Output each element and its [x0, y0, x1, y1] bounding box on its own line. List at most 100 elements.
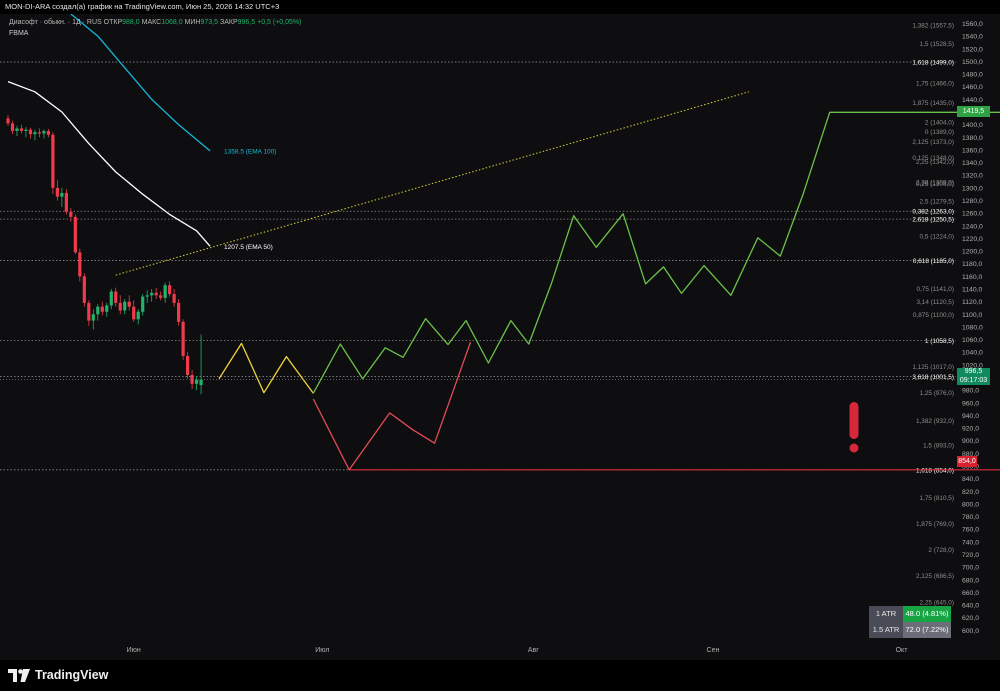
price-tick-label: 1140,0 [962, 286, 983, 293]
fib-level-label: 0,382 (1263,0) [912, 209, 954, 216]
candle-body [96, 306, 100, 315]
close-label: ЗАКР [219, 19, 238, 26]
price-tick-label: 1220,0 [962, 236, 983, 243]
candle-body [181, 321, 185, 356]
fib-level-label: 1,875 (1435,0) [912, 100, 954, 107]
fib-level-label: 1 (1058,5) [925, 338, 954, 345]
price-tick-label: 1100,0 [962, 312, 983, 319]
candle-body [87, 302, 91, 321]
fib-level-label: 1,5 (1528,5) [920, 41, 954, 48]
price-tick-label: 700,0 [962, 565, 979, 572]
time-tick-label: Июл [315, 647, 329, 654]
price-tick-label: 1280,0 [962, 198, 983, 205]
change-value: +0,5 (+0,05%) [257, 19, 302, 26]
candle-body [118, 302, 122, 311]
candle-body [51, 134, 55, 188]
candle-body [10, 123, 15, 131]
tradingview-logo-text: TradingView [35, 668, 109, 682]
price-tick-label: 1520,0 [962, 46, 983, 53]
fib-level-label: 2,125 (1373,0) [912, 139, 954, 146]
header-bar: MON-DI-ARA создал(а) график на TradingVi… [0, 0, 1000, 14]
price-tick-label: 1560,0 [962, 21, 983, 28]
price-tick-label: 1160,0 [962, 274, 983, 281]
price-tick-label: 1340,0 [962, 160, 983, 167]
price-tick-label: 940,0 [962, 413, 979, 420]
price-tick-label: 1360,0 [962, 147, 983, 154]
price-tick-label: 1540,0 [962, 34, 983, 41]
tradingview-logo[interactable]: TradingView [8, 668, 108, 682]
price-chart[interactable]: 1,382 (1557,5) 1,5 (1528,5) 1,618 (1499,0)… [0, 0, 1000, 691]
plot-area [0, 14, 956, 643]
price-tick-label: 1180,0 [962, 261, 983, 268]
fib-level-label: 1,5 (893,0) [923, 443, 954, 450]
price-tick-label: 840,0 [962, 476, 979, 483]
header-title: MON-DI-ARA создал(а) график на TradingVi… [5, 2, 280, 11]
fib-level-label: 1,875 (769,0) [916, 521, 954, 528]
fib-level-label: 2 (728,0) [928, 547, 954, 554]
candle-body [64, 192, 68, 212]
price-tick-label: 1480,0 [962, 72, 983, 79]
candle-body [15, 128, 19, 131]
indicator-legend[interactable]: FBMA [9, 30, 28, 37]
candle-body [136, 311, 140, 320]
time-tick-label: Окт [896, 647, 909, 654]
price-tick-label: 1500,0 [962, 59, 983, 66]
atr-label: 1 ATR [869, 606, 903, 622]
price-tick-label: 1240,0 [962, 223, 983, 230]
candle-body [42, 130, 46, 134]
price-tick-label: 1440,0 [962, 97, 983, 104]
candle-body [172, 294, 176, 303]
fib-level-label: 1,25 (976,0) [920, 390, 954, 397]
price-tick-label: 1260,0 [962, 211, 983, 218]
atr-row: 1 ATR 48.0 (4.81%) [869, 606, 951, 622]
tradingview-logo-icon [8, 668, 30, 682]
time-tick-label: Июн [127, 647, 141, 654]
candle-body [33, 132, 37, 135]
candle-body [186, 355, 190, 375]
low-label: МИН [184, 19, 201, 26]
price-tick-label: 820,0 [962, 489, 979, 496]
price-tick-label: 1400,0 [962, 122, 983, 129]
price-tick-label: 1380,0 [962, 135, 983, 142]
fib-level-label: 0 (1389,0) [925, 129, 954, 136]
atr-value: 48.0 (4.81%) [903, 606, 951, 622]
fib-level-label: 2,5 (1279,5) [920, 198, 954, 205]
candle-body [24, 129, 28, 131]
candle-body [6, 118, 10, 124]
price-tick-label: 800,0 [962, 501, 979, 508]
price-tick-label: 1080,0 [962, 324, 983, 331]
candle-body [163, 285, 167, 298]
fib-level-label: 0,618 (1185,0) [913, 258, 954, 265]
price-tick-label: 920,0 [962, 426, 979, 433]
fib-level-label: 1,125 (1017,0) [912, 364, 954, 371]
fib-level-label: 1,382 (932,0) [916, 418, 954, 425]
candle-body [177, 302, 181, 322]
candle-body [91, 314, 95, 321]
time-tick-label: Авг [528, 647, 539, 654]
candle-body [28, 129, 33, 135]
candle-body [194, 380, 199, 384]
fib-level-label: 3,14 (1120,5) [916, 299, 954, 306]
open-value: 988,0 [122, 19, 140, 26]
fib-level-label: 0,25 (1308,0) [916, 181, 954, 188]
current-price-tag: 996,5 09:17:03 [957, 368, 990, 385]
symbol-legend[interactable]: Диасофт · обыкн. · 1Д · RUS ОТКР988,0 МА… [9, 19, 301, 26]
bar-countdown: 09:17:03 [959, 376, 988, 384]
high-value: 1068,0 [161, 19, 183, 26]
exclamation-dot-icon [849, 443, 859, 453]
candle-body [132, 306, 136, 320]
atr-table: 1 ATR 48.0 (4.81%) 1.5 ATR 72.0 (7.22%) [869, 606, 951, 638]
price-tick-label: 720,0 [962, 552, 979, 559]
price-tick-label: 980,0 [962, 388, 979, 395]
candle-body [82, 276, 86, 303]
fib-level-label: 0,5 (1224,0) [920, 233, 954, 240]
fib-level-label: 1,382 (1557,5) [912, 23, 954, 30]
price-tick-label: 780,0 [962, 514, 979, 521]
fib-level-label: 1,75 (810,5) [920, 495, 954, 502]
ema100-label: 1358.5 (EMA 100) [224, 148, 276, 155]
price-tick-label: 680,0 [962, 577, 979, 584]
current-price-value: 996,5 [964, 368, 983, 375]
price-tick-label: 900,0 [962, 438, 979, 445]
fib-level-label: 1,618 (854,0) [916, 467, 954, 474]
candle-body [145, 295, 149, 297]
